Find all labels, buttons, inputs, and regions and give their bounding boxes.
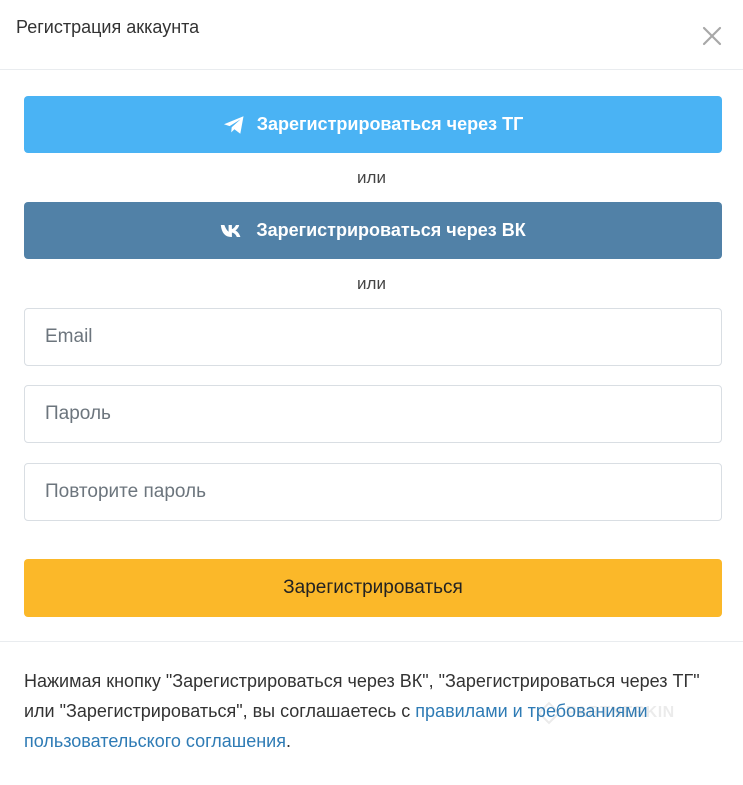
register-telegram-button[interactable]: Зарегистрироваться через ТГ <box>24 96 722 153</box>
telegram-plane-icon <box>223 115 245 135</box>
register-vk-button[interactable]: Зарегистрироваться через ВК <box>24 202 722 259</box>
terms-note: Нажимая кнопку "Зарегистрироваться через… <box>24 666 729 756</box>
password-field[interactable] <box>24 385 722 443</box>
vk-logo-icon <box>220 224 244 238</box>
registration-modal: Регистрация аккаунта Зарегистрироваться … <box>0 0 743 785</box>
register-telegram-label: Зарегистрироваться через ТГ <box>256 114 524 134</box>
repeat-password-field[interactable] <box>24 463 722 521</box>
email-field[interactable] <box>24 308 722 366</box>
or-divider-2: или <box>357 274 386 293</box>
close-icon <box>702 26 722 46</box>
register-submit-label: Зарегистрироваться <box>283 577 463 598</box>
register-vk-label: Зарегистрироваться через ВК <box>256 220 526 240</box>
close-button[interactable] <box>700 24 724 48</box>
modal-footer-divider <box>0 641 743 642</box>
modal-header: Регистрация аккаунта <box>0 0 743 70</box>
or-divider-1: или <box>357 168 386 187</box>
register-submit-button[interactable]: Зарегистрироваться <box>24 559 722 617</box>
terms-note-end: . <box>285 731 291 751</box>
modal-title: Регистрация аккаунта <box>16 17 200 37</box>
